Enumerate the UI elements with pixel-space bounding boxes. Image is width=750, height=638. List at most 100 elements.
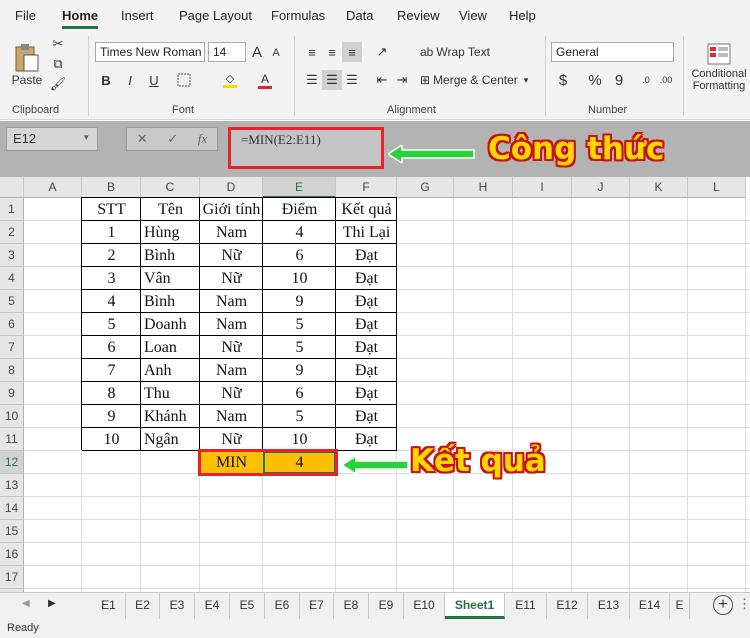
- table-cell[interactable]: Nữ: [200, 382, 263, 405]
- table-cell[interactable]: 10: [263, 428, 336, 451]
- menu-tab-home[interactable]: Home: [62, 0, 99, 32]
- table-cell[interactable]: 6: [263, 382, 336, 405]
- table-cell[interactable]: 7: [82, 359, 141, 382]
- percent-button[interactable]: %: [585, 70, 605, 90]
- column-header-d[interactable]: D: [200, 177, 263, 198]
- row-header-4[interactable]: 4: [0, 267, 24, 290]
- formula-input[interactable]: =MIN(E2:E11): [228, 127, 384, 169]
- sheet-tab-e6[interactable]: E6: [265, 593, 300, 619]
- enter-icon[interactable]: ✓: [167, 131, 178, 147]
- table-cell[interactable]: 8: [82, 382, 141, 405]
- row-header-17[interactable]: 17: [0, 566, 24, 589]
- sheet-tab-e13[interactable]: E13: [588, 593, 630, 619]
- table-cell[interactable]: Nữ: [200, 336, 263, 359]
- currency-button[interactable]: $: [555, 70, 571, 90]
- table-cell[interactable]: 6: [263, 244, 336, 267]
- menu-tab-help[interactable]: Help: [509, 0, 536, 32]
- column-header-e[interactable]: E: [263, 177, 336, 198]
- cancel-icon[interactable]: ✕: [137, 131, 148, 147]
- table-cell[interactable]: Bình: [141, 290, 200, 313]
- row-header-14[interactable]: 14: [0, 497, 24, 520]
- column-header-c[interactable]: C: [141, 177, 200, 198]
- table-cell[interactable]: Ngân: [141, 428, 200, 451]
- row-header-8[interactable]: 8: [0, 359, 24, 382]
- menu-tab-file[interactable]: File: [15, 0, 36, 32]
- column-header-l[interactable]: L: [688, 177, 746, 198]
- conditional-formatting-button[interactable]: Conditional Formatting: [688, 36, 750, 98]
- table-cell[interactable]: Nữ: [200, 267, 263, 290]
- table-cell[interactable]: 4: [82, 290, 141, 313]
- table-cell[interactable]: Nữ: [200, 244, 263, 267]
- menu-tab-review[interactable]: Review: [397, 0, 440, 32]
- indent-icon[interactable]: ⇤: [372, 70, 392, 90]
- table-cell[interactable]: Doanh: [141, 313, 200, 336]
- row-header-12[interactable]: 12: [0, 451, 24, 474]
- table-cell[interactable]: Hùng: [141, 221, 200, 244]
- table-cell[interactable]: 9: [82, 405, 141, 428]
- scroll-left-icon[interactable]: ◀: [22, 598, 30, 609]
- more-options-icon[interactable]: ⋮: [738, 596, 750, 612]
- table-cell[interactable]: 5: [82, 313, 141, 336]
- sheet-tab-e10[interactable]: E10: [404, 593, 445, 619]
- column-header-j[interactable]: J: [572, 177, 630, 198]
- align-bottom-icon[interactable]: ≡: [342, 42, 362, 62]
- row-header-15[interactable]: 15: [0, 520, 24, 543]
- sheet-tab-e12[interactable]: E12: [547, 593, 588, 619]
- table-cell[interactable]: Khánh: [141, 405, 200, 428]
- table-cell[interactable]: 1: [82, 221, 141, 244]
- table-cell[interactable]: Đạt: [336, 290, 397, 313]
- table-cell[interactable]: 6: [82, 336, 141, 359]
- orientation-icon[interactable]: ↗: [372, 42, 392, 62]
- table-cell[interactable]: Nam: [200, 221, 263, 244]
- scroll-right-icon[interactable]: ▶: [48, 598, 56, 609]
- row-header-1[interactable]: 1: [0, 198, 24, 221]
- sheet-tab-e8[interactable]: E8: [334, 593, 369, 619]
- align-center-icon[interactable]: ☰: [322, 70, 342, 90]
- column-header-i[interactable]: I: [513, 177, 572, 198]
- font-size-select[interactable]: 14: [208, 42, 246, 62]
- increase-decimal-icon[interactable]: .0: [637, 70, 655, 90]
- cut-icon[interactable]: ✂: [50, 36, 66, 52]
- row-header-2[interactable]: 2: [0, 221, 24, 244]
- grow-font-button[interactable]: A: [250, 42, 264, 62]
- menu-tab-view[interactable]: View: [459, 0, 487, 32]
- outdent-icon[interactable]: ⇥: [392, 70, 412, 90]
- table-cell[interactable]: 10: [82, 428, 141, 451]
- decrease-decimal-icon[interactable]: .00: [657, 70, 675, 90]
- fill-color-icon[interactable]: ◇: [220, 70, 240, 90]
- table-header-cell[interactable]: Kết quả: [336, 198, 397, 221]
- table-cell[interactable]: Nam: [200, 313, 263, 336]
- sheet-tab-e11[interactable]: E11: [505, 593, 547, 619]
- insert-function-icon[interactable]: fx: [198, 131, 207, 147]
- format-painter-icon[interactable]: 🖌: [50, 76, 67, 92]
- bold-button[interactable]: B: [97, 70, 115, 90]
- column-header-h[interactable]: H: [454, 177, 513, 198]
- row-header-16[interactable]: 16: [0, 543, 24, 566]
- column-header-g[interactable]: G: [397, 177, 454, 198]
- add-sheet-icon[interactable]: +: [713, 595, 733, 615]
- table-cell[interactable]: 5: [263, 405, 336, 428]
- table-header-cell[interactable]: Tên: [141, 198, 200, 221]
- table-cell[interactable]: Đạt: [336, 359, 397, 382]
- align-middle-icon[interactable]: ≡: [322, 42, 342, 62]
- align-top-icon[interactable]: ≡: [302, 42, 322, 62]
- menu-tab-data[interactable]: Data: [346, 0, 373, 32]
- column-header-f[interactable]: F: [336, 177, 397, 198]
- table-cell[interactable]: Nam: [200, 290, 263, 313]
- row-header-7[interactable]: 7: [0, 336, 24, 359]
- table-header-cell[interactable]: Giới tính: [200, 198, 263, 221]
- table-cell[interactable]: Bình: [141, 244, 200, 267]
- table-cell[interactable]: 5: [263, 313, 336, 336]
- row-header-11[interactable]: 11: [0, 428, 24, 451]
- column-header-b[interactable]: B: [82, 177, 141, 198]
- comma-style-button[interactable]: 9: [612, 70, 626, 90]
- borders-icon[interactable]: [175, 70, 193, 90]
- row-header-3[interactable]: 3: [0, 244, 24, 267]
- table-cell[interactable]: 4: [263, 221, 336, 244]
- sheet-tab-e2[interactable]: E2: [126, 593, 160, 619]
- wrap-text-button[interactable]: ab Wrap Text: [420, 42, 496, 62]
- align-left-icon[interactable]: ☰: [302, 70, 322, 90]
- sheet-tab-e1[interactable]: E1: [92, 593, 126, 619]
- table-cell[interactable]: Nam: [200, 405, 263, 428]
- italic-button[interactable]: I: [121, 70, 139, 90]
